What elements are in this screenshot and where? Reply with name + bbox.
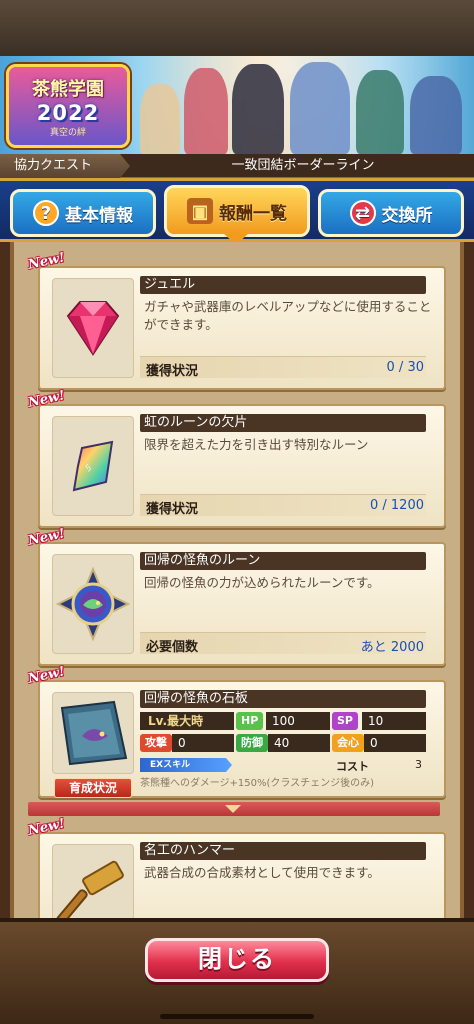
logo-subtitle: 真空の絆: [49, 127, 86, 138]
acquire-status-value: 0 / 1200: [370, 498, 424, 513]
banner-character: [356, 70, 404, 154]
event-banner[interactable]: 茶熊学園 2022 真空の絆: [0, 56, 474, 154]
defense-label: 防御: [236, 734, 268, 752]
reward-list[interactable]: New! ジュエル ガチャや武器庫のレベルアップなどに使用することができます。 …: [10, 242, 464, 918]
acquire-status-row: 獲得状況 0 / 1200: [140, 494, 426, 517]
critical-value: 0: [364, 734, 426, 752]
critical-label: 会心: [332, 734, 364, 752]
reward-name: 回帰の怪魚のルーン: [140, 552, 426, 570]
fish-rune-icon: [56, 567, 130, 641]
tab-label: 報酬一覧: [219, 203, 287, 224]
required-count-value: あと 2000: [360, 640, 424, 655]
attack-value: 0: [172, 734, 234, 752]
reward-description: ガチャや武器庫のレベルアップなどに使用することができます。: [144, 299, 432, 332]
tab-rewards[interactable]: ▣ 報酬一覧: [164, 185, 310, 237]
reward-icon-box: [52, 692, 134, 774]
reward-name: ジュエル: [140, 276, 426, 294]
reward-list-frame: New! ジュエル ガチャや武器庫のレベルアップなどに使用することができます。 …: [0, 242, 474, 918]
new-badge: New!: [26, 250, 67, 273]
quest-type-label: 協力クエスト: [0, 154, 130, 178]
ex-skill-row: EXスキル コスト 3: [140, 758, 428, 773]
growth-status-button[interactable]: 育成状況: [54, 778, 132, 798]
cost-value: 3: [415, 758, 422, 771]
cost-label: コスト: [336, 760, 369, 773]
banner-character: [232, 64, 284, 154]
reward-card-stone-tablet[interactable]: New! 育成状況 回帰の怪魚の石板 Lv.最大時 HP 100 SP 10 攻…: [27, 664, 446, 798]
reward-icon-box: ᛃ: [52, 416, 134, 516]
acquire-status-label: 獲得状況: [146, 502, 199, 517]
banner-character: [290, 62, 350, 154]
sp-stat: SP 10: [332, 712, 426, 730]
ex-skill-description: 茶熊種へのダメージ+150%(クラスチェンジ後のみ): [140, 778, 375, 789]
critical-stat: 会心 0: [332, 734, 426, 752]
reward-name: 名工のハンマー: [140, 842, 426, 860]
sp-label: SP: [332, 712, 358, 730]
level-field: Lv.最大時: [140, 712, 234, 730]
acquire-status-row: 獲得状況 0 / 30: [140, 356, 426, 379]
footer-bar: 閉じる: [0, 918, 474, 1024]
attack-stat: 攻撃 0: [140, 734, 234, 752]
jewel-icon: [66, 301, 120, 356]
ex-skill-label: EXスキル: [140, 758, 232, 772]
exchange-icon: ⇄: [349, 200, 376, 226]
question-icon: ?: [33, 200, 59, 226]
hammer-icon: [56, 860, 124, 918]
rainbow-rune-shard-icon: ᛃ: [72, 440, 114, 492]
tab-label: 基本情報: [65, 205, 133, 226]
reward-card-jewel[interactable]: New! ジュエル ガチャや武器庫のレベルアップなどに使用することができます。 …: [27, 250, 446, 390]
sp-value: 10: [362, 712, 426, 730]
banner-character: [184, 68, 228, 154]
acquire-status-label: 獲得状況: [146, 364, 199, 379]
reward-description: 回帰の怪魚の力が込められたルーンです。: [144, 575, 380, 590]
reward-icon-box: [52, 844, 134, 918]
level-label: Lv.: [148, 714, 168, 728]
new-badge: New!: [26, 388, 67, 411]
defense-stat: 防御 40: [236, 734, 330, 752]
new-badge: New!: [26, 664, 67, 687]
hp-value: 100: [266, 712, 330, 730]
tab-label: 交換所: [381, 205, 433, 226]
close-button[interactable]: 閉じる: [145, 938, 329, 982]
tab-exchange[interactable]: ⇄ 交換所: [318, 189, 464, 237]
reward-description: 限界を超えた力を引き出す特別なルーン: [144, 437, 369, 452]
quest-name: 一致団結ボーダーライン: [231, 158, 375, 173]
quest-title-bar: 協力クエスト 一致団結ボーダーライン: [0, 154, 474, 178]
home-indicator: [160, 1014, 314, 1019]
reward-icon-box: [52, 554, 134, 654]
reward-name: 回帰の怪魚の石板: [140, 690, 426, 708]
treasure-chest-icon: ▣: [187, 198, 213, 224]
banner-character: [410, 76, 462, 154]
attack-label: 攻撃: [140, 734, 172, 752]
reward-name: 虹のルーンの欠片: [140, 414, 426, 432]
reward-icon-box: [52, 278, 134, 378]
stone-tablet-icon: [60, 700, 128, 766]
hp-stat: HP 100: [236, 712, 330, 730]
acquire-status-value: 0 / 30: [386, 360, 424, 375]
reward-description: 武器合成の合成素材として使用できます。: [144, 865, 380, 880]
logo-title: 茶熊学園: [32, 78, 104, 100]
reward-card-fish-rune[interactable]: New! 回帰の怪魚のルーン 回帰の怪魚の力が込められたルーンです。 必要個数 …: [27, 526, 446, 666]
hp-label: HP: [236, 712, 264, 730]
required-count-label: 必要個数: [146, 640, 199, 655]
tab-basic-info[interactable]: ? 基本情報: [10, 189, 156, 237]
new-badge: New!: [26, 526, 67, 549]
level-value: 最大時: [167, 714, 204, 728]
reward-card-rainbow-rune-shard[interactable]: New! ᛃ 虹のルーンの欠片 限界を超えた力を引き出す特別なルーン 獲得状況: [27, 388, 446, 528]
defense-value: 40: [268, 734, 330, 752]
svg-text:ᛃ: ᛃ: [84, 460, 92, 476]
new-badge: New!: [26, 816, 67, 839]
level-stat: Lv.最大時: [140, 712, 234, 730]
logo-year: 2022: [36, 100, 100, 125]
status-bar: [0, 0, 474, 56]
event-logo: 茶熊学園 2022 真空の絆: [6, 64, 130, 148]
banner-character: [140, 84, 180, 154]
chevron-down-icon: [225, 805, 241, 813]
expand-details-bar[interactable]: [28, 802, 440, 816]
required-count-row: 必要個数 あと 2000: [140, 632, 426, 655]
reward-card-hammer[interactable]: New! 名工のハンマー 武器合成の合成素材として使用できます。: [27, 816, 446, 918]
tab-bar: ? 基本情報 ▣ 報酬一覧 ⇄ 交換所: [0, 178, 474, 245]
